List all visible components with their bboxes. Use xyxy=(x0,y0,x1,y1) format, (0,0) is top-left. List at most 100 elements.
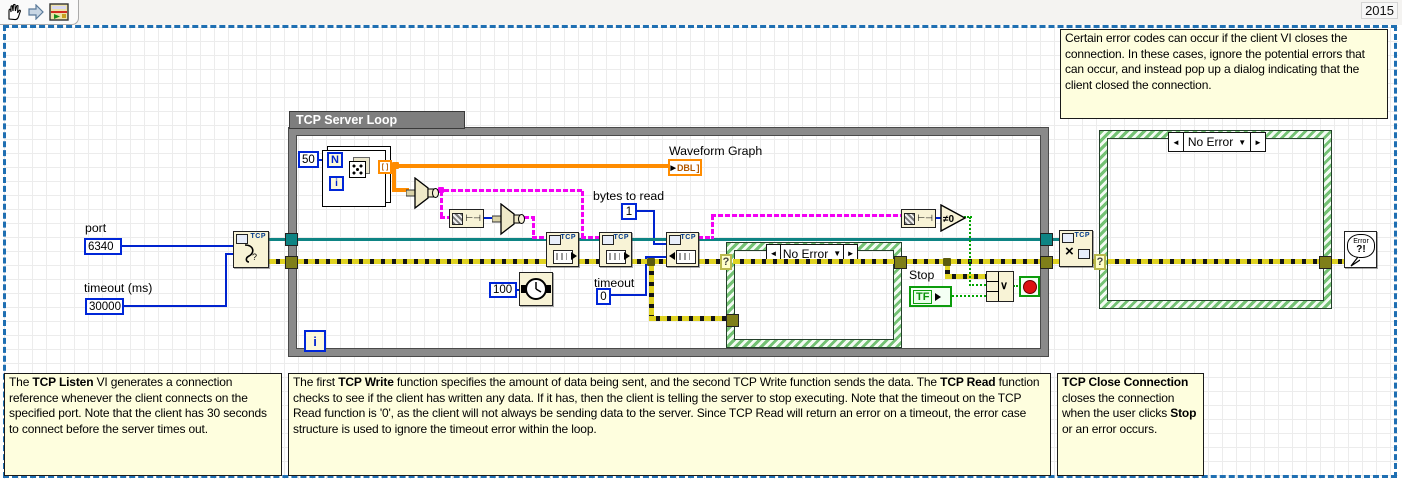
case-increment-icon[interactable]: ► xyxy=(1251,133,1265,151)
tcp-listen-node[interactable]: TCP ? xyxy=(233,231,269,268)
outer-case-structure[interactable] xyxy=(1099,130,1332,309)
wire-port[interactable] xyxy=(121,245,233,247)
wire-error-branch[interactable] xyxy=(649,264,654,319)
wire-timeout[interactable] xyxy=(225,253,227,307)
year-label: 2015 xyxy=(1361,2,1398,19)
stop-label[interactable]: Stop xyxy=(909,268,934,282)
tunnel-error-in[interactable] xyxy=(285,256,298,269)
port-label[interactable]: port xyxy=(85,221,106,235)
bytes-to-read-constant[interactable]: 1 xyxy=(621,203,637,220)
note-client-close[interactable]: Certain error codes can occur if the cli… xyxy=(1060,29,1388,119)
computer-icon xyxy=(549,235,561,245)
waveform-graph-label[interactable]: Waveform Graph xyxy=(669,144,762,158)
wire-read-timeout[interactable] xyxy=(611,294,647,296)
string-length-icon[interactable]: ⊢⊣ xyxy=(901,209,936,228)
loop-condition-terminal[interactable] xyxy=(1019,276,1040,297)
bytes-to-read-label[interactable]: bytes to read xyxy=(593,189,664,203)
wait-ms-node[interactable] xyxy=(519,272,553,306)
write-arrow-icon xyxy=(624,252,630,260)
array-tunnel[interactable]: [ ] xyxy=(378,160,392,174)
read-arrow-icon xyxy=(669,252,675,260)
case-dropdown-icon[interactable]: ▼ xyxy=(833,249,841,258)
read-timeout-constant[interactable]: 0 xyxy=(596,288,611,305)
tcp-read-node[interactable]: TCP xyxy=(666,232,699,267)
simple-error-handler-node[interactable]: Error ?! xyxy=(1344,231,1377,268)
wire-error-to-or[interactable] xyxy=(945,274,986,279)
data-grid-icon xyxy=(553,250,573,264)
not-equal-zero-icon[interactable]: ≠0 xyxy=(940,204,967,232)
tcp-close-node[interactable]: TCP × xyxy=(1059,230,1093,267)
wire-error[interactable] xyxy=(1108,259,1321,264)
note-tcp-close[interactable]: TCP Close Connection closes the connecti… xyxy=(1057,373,1204,476)
close-x-icon: × xyxy=(1065,243,1074,260)
indicator-arrow-icon: ▶ xyxy=(670,164,676,172)
case-decrement-icon[interactable]: ◄ xyxy=(1169,133,1183,151)
note-tcp-write-read[interactable]: The first TCP Write function specifies t… xyxy=(288,373,1051,476)
for-count-constant[interactable]: 50 xyxy=(298,151,319,168)
tunnel-error[interactable] xyxy=(894,256,907,269)
wire-string-to-write2[interactable] xyxy=(581,236,601,239)
wait-ms-constant[interactable]: 100 xyxy=(489,282,517,298)
hand-tool-icon[interactable] xyxy=(5,3,23,21)
type-cast-icon[interactable] xyxy=(492,203,525,236)
tunnel-error[interactable] xyxy=(726,314,739,327)
outer-case-selector[interactable]: ◄ No Error ▼ ► xyxy=(1168,132,1266,152)
for-iteration-terminal[interactable]: i xyxy=(329,176,344,191)
computer-icon xyxy=(1078,249,1090,259)
window-top-strip xyxy=(0,0,1402,25)
timeout-ms-label[interactable]: timeout (ms) xyxy=(84,281,152,295)
or-symbol: ∨ xyxy=(1000,280,1009,292)
labview-block-diagram: 2015 TCP Server Loop i ◄ No Error ▼ ► ◄ N… xyxy=(0,0,1402,482)
tunnel-error[interactable] xyxy=(1319,256,1332,269)
bubble-tail-icon xyxy=(1350,257,1360,267)
note-tcp-listen[interactable]: The TCP Listen VI generates a connection… xyxy=(4,373,282,476)
wire-waveform-data[interactable] xyxy=(391,164,669,168)
wire-neq-result[interactable] xyxy=(969,284,986,286)
timeout-ms-constant[interactable]: 30000 xyxy=(85,298,124,315)
wire-string-to-write2[interactable] xyxy=(581,191,584,239)
write-arrow-icon xyxy=(571,252,577,260)
data-grid-icon xyxy=(606,250,626,264)
while-loop-title[interactable]: TCP Server Loop xyxy=(289,111,465,129)
tcp-write-node[interactable]: TCP xyxy=(599,232,632,267)
wire-error[interactable] xyxy=(733,259,896,264)
cursor-arrow-icon[interactable] xyxy=(27,4,45,20)
tunnel-error-out[interactable] xyxy=(1040,256,1053,269)
type-cast-icon[interactable] xyxy=(406,177,439,210)
wire-read-data[interactable] xyxy=(711,214,902,217)
wire-string-to-length[interactable] xyxy=(440,191,443,217)
svg-text:?: ? xyxy=(252,252,257,262)
while-iteration-terminal[interactable]: i xyxy=(304,330,326,352)
tunnel-connection-out[interactable] xyxy=(1040,233,1053,246)
random-number-dice-icon[interactable] xyxy=(349,161,366,178)
case-selector-tunnel[interactable]: ? xyxy=(1094,254,1106,270)
wire-junction xyxy=(647,258,655,266)
wire-read-data[interactable] xyxy=(711,215,714,239)
wire-timeout[interactable] xyxy=(122,305,227,307)
compound-or-node[interactable]: ∨ xyxy=(986,271,1014,302)
waveform-graph-terminal[interactable]: ▶ DBL ] xyxy=(668,159,702,176)
wire-error-branch[interactable] xyxy=(649,316,727,321)
wire-error[interactable] xyxy=(906,259,1042,264)
wire-string-data[interactable] xyxy=(437,189,584,192)
case-dropdown-icon[interactable]: ▼ xyxy=(1238,138,1246,147)
tcp-write-node[interactable]: TCP xyxy=(546,232,579,267)
case-selector-tunnel[interactable]: ? xyxy=(720,254,732,270)
data-grid-icon xyxy=(676,250,696,264)
wire-error[interactable] xyxy=(297,259,547,264)
svg-text:≠0: ≠0 xyxy=(943,214,954,225)
stop-control-terminal[interactable]: TF xyxy=(909,286,952,307)
control-arrow-icon xyxy=(935,292,942,301)
wire-neq-result[interactable] xyxy=(969,217,971,286)
stop-sign-icon xyxy=(1022,279,1037,294)
wire-stop-bool[interactable] xyxy=(952,295,986,297)
vi-edit-icon[interactable] xyxy=(49,3,69,21)
wire-error[interactable] xyxy=(578,259,600,264)
for-loop-count-terminal[interactable]: N xyxy=(327,152,343,168)
tunnel-connection-in[interactable] xyxy=(285,233,298,246)
port-constant[interactable]: 6340 xyxy=(84,238,122,255)
string-length-icon[interactable]: ⊢⊣ xyxy=(449,209,484,228)
wire-error[interactable] xyxy=(1331,259,1345,264)
wire-bytes-to-read[interactable] xyxy=(653,243,667,245)
wire-junction xyxy=(943,258,951,266)
